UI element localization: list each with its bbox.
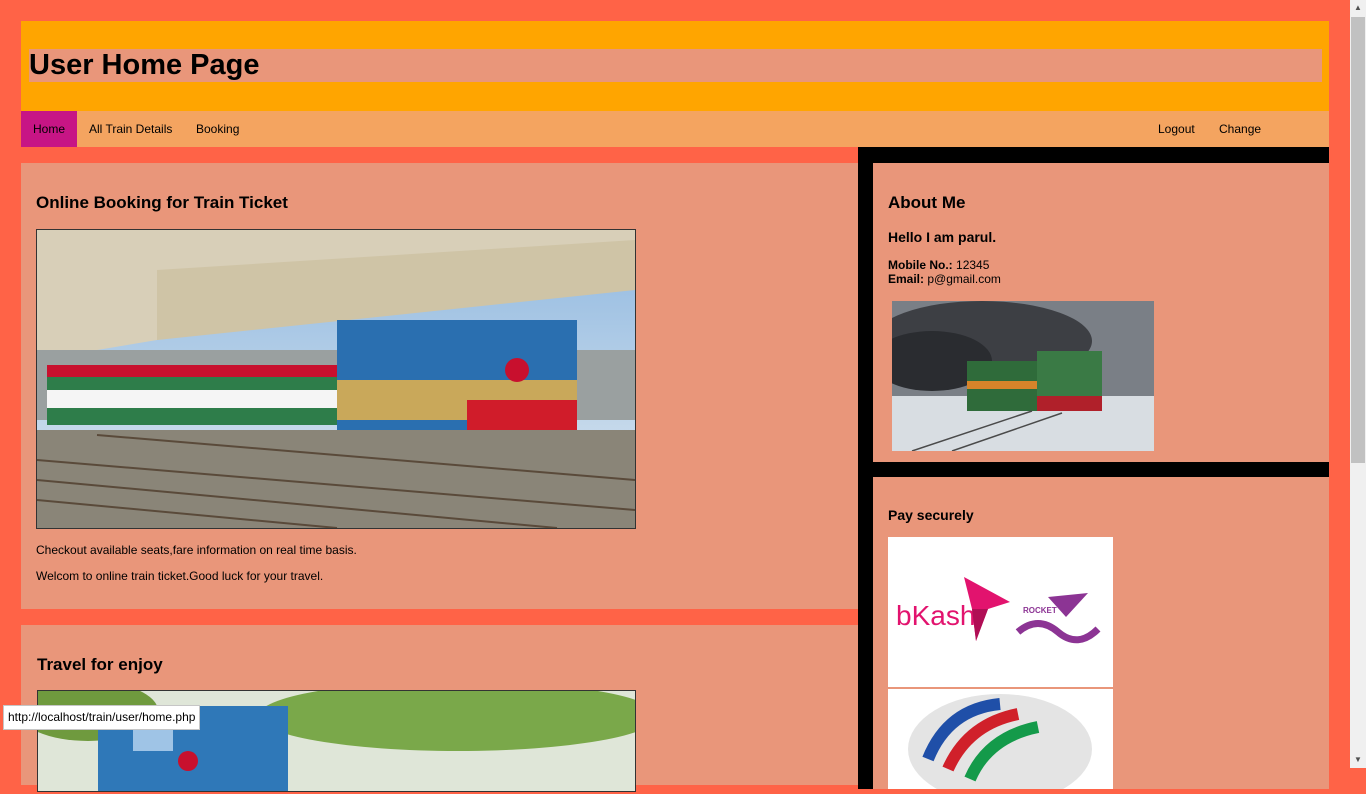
about-me-greeting: Hello I am parul. [888,229,997,245]
about-me-title: About Me [888,193,966,212]
mobile-label: Mobile No.: [888,258,953,272]
email-value: p@gmail.com [927,272,1001,286]
title-bar: User Home Page [29,49,1322,82]
nav-all-train-details[interactable]: All Train Details [77,111,184,147]
page-wrapper: User Home Page Home All Train Details Bo… [21,21,1329,172]
sidebar: About Me Hello I am parul. Mobile No.: 1… [858,147,1329,794]
nav-home[interactable]: Home [21,111,78,147]
snow-train-image [892,301,1154,451]
nav-booking[interactable]: Booking [184,111,251,147]
train-station-image [36,229,636,529]
bank-logo [888,689,1113,794]
scroll-up-icon[interactable]: ▲ [1350,0,1366,16]
email-label: Email: [888,272,925,286]
pay-securely-title: Pay securely [888,507,974,523]
email-line: Email: p@gmail.com [888,272,1001,286]
travel-card-title: Travel for enjoy [37,655,163,674]
booking-card: Online Booking for Train Ticket Checkout… [21,163,858,609]
scroll-down-icon[interactable]: ▼ [1350,752,1366,768]
main-nav: Home All Train Details Booking Logout Ch… [21,111,1329,172]
page-title: User Home Page [29,49,260,81]
nav-change-password[interactable]: Change Password [1207,111,1329,172]
bkash-logo-text: bKash [896,600,975,631]
scroll-thumb[interactable] [1351,17,1365,463]
booking-card-title: Online Booking for Train Ticket [36,193,288,212]
bkash-rocket-logo: bKash ROCKET [888,537,1113,687]
vertical-scrollbar[interactable]: ▲ ▼ [1350,0,1366,768]
nav-logout[interactable]: Logout [1146,111,1207,147]
mobile-line: Mobile No.: 12345 [888,258,989,272]
mobile-value: 12345 [956,258,990,272]
booking-card-text-2: Welcom to online train ticket.Good luck … [36,569,324,583]
status-bar-url: http://localhost/train/user/home.php [3,705,201,730]
pay-securely-card: Pay securely bKash ROCKET [873,477,1329,794]
rocket-logo-text: ROCKET [1023,606,1057,615]
site-header: User Home Page [21,21,1329,111]
booking-card-text-1: Checkout available seats,fare informatio… [36,543,357,557]
about-me-card: About Me Hello I am parul. Mobile No.: 1… [873,163,1329,462]
